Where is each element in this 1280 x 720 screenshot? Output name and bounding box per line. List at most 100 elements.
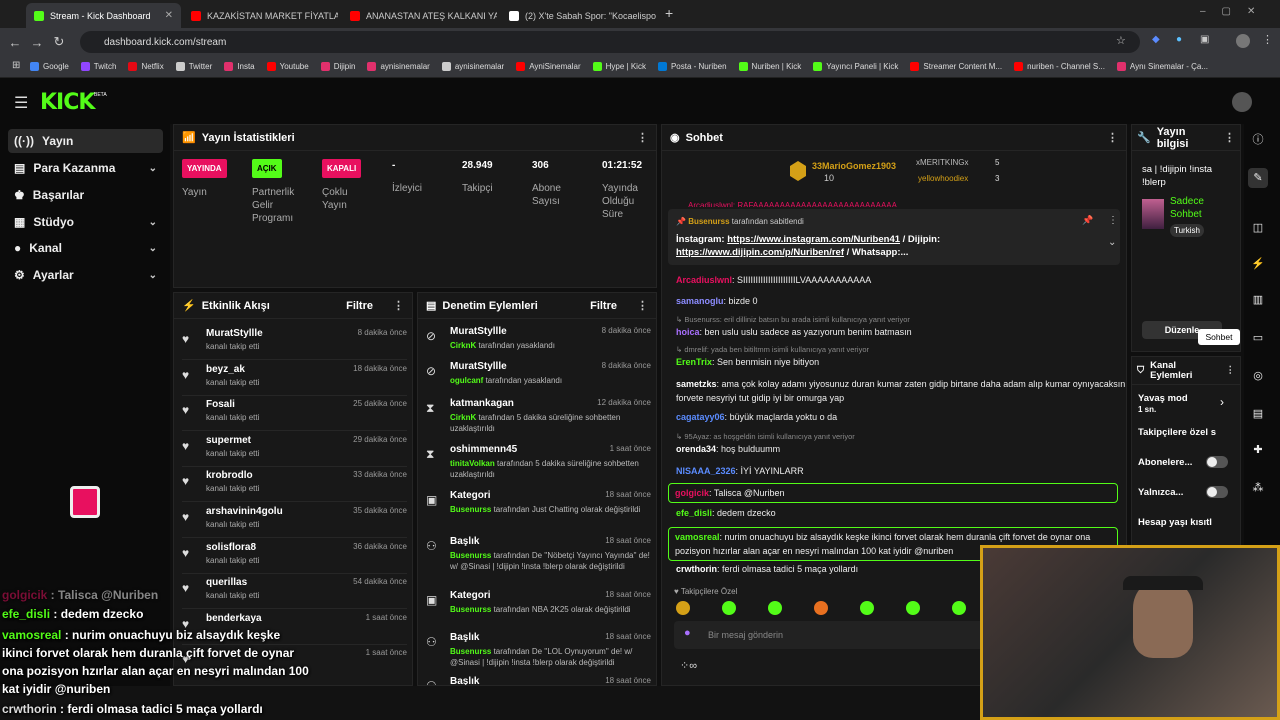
moderator-name[interactable]: Busenurss — [450, 647, 491, 656]
followers-only-toggle-label[interactable]: Takipçilere özel s — [1138, 427, 1216, 438]
bookmark-item[interactable]: nuriben - Channel S... — [1014, 62, 1105, 71]
bookmark-item[interactable]: Dijipin — [320, 62, 355, 71]
emote-icon[interactable] — [768, 601, 782, 615]
chat-username[interactable]: crwthorin — [676, 564, 717, 574]
bookmark-item[interactable]: Netflix — [128, 62, 164, 71]
clipboard-icon[interactable]: ▥ — [1248, 290, 1268, 310]
chat-username[interactable]: hoica — [676, 327, 700, 337]
chat-username[interactable]: samanoglu — [676, 296, 724, 306]
bookmark-item[interactable]: aynisinemalar — [441, 62, 504, 71]
microphone-icon[interactable]: ● — [684, 627, 691, 639]
event-username[interactable]: MuratStyllle — [206, 328, 263, 339]
lightning-icon[interactable]: ⚡ — [1248, 254, 1268, 274]
event-username[interactable]: querillas — [206, 577, 247, 588]
user-avatar[interactable] — [1232, 92, 1252, 112]
emote-icon[interactable] — [906, 601, 920, 615]
slow-mode-label[interactable]: Yavaş mod — [1138, 393, 1188, 404]
forward-icon[interactable]: → — [26, 35, 48, 50]
sidebar-item-kanal[interactable]: ● Kanal ⌄ — [8, 236, 163, 260]
extension-icon[interactable]: ● — [1176, 34, 1182, 45]
chat-icon[interactable]: ▭ — [1248, 328, 1268, 348]
chat-username[interactable]: orenda34 — [676, 444, 716, 454]
users-icon[interactable]: ⁂ — [1248, 478, 1268, 498]
event-username[interactable]: solisflora8 — [206, 542, 256, 553]
event-username[interactable]: krobrodlo — [206, 470, 253, 481]
profile-avatar[interactable] — [1236, 34, 1250, 48]
bookmark-item[interactable]: Nuriben | Kick — [738, 62, 801, 71]
more-options-icon[interactable]: ⋮ — [1107, 131, 1118, 144]
pinned-message[interactable]: 📌 Busenurss tarafından sabitlendi İnstag… — [668, 209, 1120, 265]
moderator-name[interactable]: Busenurss — [450, 551, 491, 560]
sidebar-item-para-kazanma[interactable]: ▤ Para Kazanma ⌄ — [8, 156, 163, 180]
more-options-icon[interactable]: ⋮ — [393, 299, 404, 312]
browser-tab-4[interactable]: (2) X'te Sabah Spor: "Kocaelispo...✕ — [501, 3, 656, 28]
more-options-icon[interactable]: ⋮ — [1224, 131, 1235, 144]
menu-dots-icon[interactable]: ⋮ — [1262, 33, 1273, 46]
moderator-name[interactable]: ogulcanf — [450, 376, 483, 385]
chevron-right-icon[interactable]: › — [1220, 395, 1224, 409]
moderator-name[interactable]: CirknK — [450, 341, 476, 350]
chat-username[interactable]: sametzks — [676, 379, 717, 389]
bookmark-item[interactable]: Twitter — [175, 62, 212, 71]
moderator-name[interactable]: Busenurss — [450, 605, 491, 614]
moderation-filter-button[interactable]: Filtre — [590, 300, 617, 312]
extensions-puzzle-icon[interactable]: ▣ — [1200, 34, 1209, 45]
reload-icon[interactable]: ↻ — [48, 34, 70, 50]
sidebar-item-yayin[interactable]: ((·)) Yayın — [8, 129, 163, 153]
bookmark-item[interactable]: aynisinemalar — [367, 62, 430, 71]
more-options-icon[interactable]: ⋮ — [637, 299, 648, 312]
account-age-label[interactable]: Hesap yaşı kısıtl — [1138, 517, 1212, 528]
moderator-name[interactable]: Busenurss — [450, 505, 491, 514]
chat-input[interactable]: ● Bir mesaj gönderin — [674, 621, 984, 649]
category-link[interactable]: Sadece Sohbet — [1170, 195, 1230, 221]
hamburger-menu-icon[interactable]: ☰ — [14, 93, 28, 113]
bookmark-item[interactable]: Streamer Content M... — [910, 62, 1002, 71]
sidebar-item-basarilar[interactable]: ♚ Başarılar — [8, 183, 163, 207]
pencil-icon[interactable]: ✎ — [1248, 168, 1268, 188]
browser-tab-2[interactable]: KAZAKİSTAN MARKET FİYATLA...✕ — [183, 3, 338, 28]
chat-username[interactable]: NISAAA_2326 — [676, 466, 736, 476]
bookmark-item[interactable]: Aynı Sinemalar - Ça... — [1116, 62, 1208, 71]
chat-username[interactable]: efe_disli — [676, 508, 712, 518]
emote-icon[interactable] — [676, 601, 690, 615]
chat-username[interactable]: vamosreal — [675, 532, 720, 542]
chat-username[interactable]: Arcadiuslwnl — [676, 275, 732, 285]
bookmark-star-icon[interactable]: ☆ — [1116, 34, 1126, 47]
chat-settings-icon[interactable]: ⁘∞ — [680, 659, 697, 672]
bookmark-item[interactable]: Yayıncı Paneli | Kick — [813, 62, 898, 71]
chat-username[interactable]: golgicik — [675, 488, 709, 498]
more-options-icon[interactable]: ⋮ — [1108, 215, 1118, 226]
event-username[interactable]: Fosali — [206, 399, 235, 410]
extension-icon[interactable]: ◆ — [1152, 34, 1160, 45]
chat-username[interactable]: cagatayy06 — [676, 412, 725, 422]
moderator-name[interactable]: tinitaVolkan — [450, 459, 495, 468]
emote-icon[interactable] — [722, 601, 736, 615]
emote-icon[interactable] — [952, 601, 966, 615]
bookmark-item[interactable]: Google — [30, 62, 69, 71]
url-input[interactable]: dashboard.kick.com/stream — [80, 31, 1140, 53]
event-username[interactable]: arshavinin4golu — [206, 506, 283, 517]
back-icon[interactable]: ← — [4, 35, 26, 50]
unpin-icon[interactable]: 📌 — [1082, 215, 1093, 226]
browser-tab-3[interactable]: ANANASTAN ATEŞ KALKANI YA...✕ — [342, 3, 497, 28]
window-controls[interactable]: –▢✕ — [1200, 6, 1271, 17]
close-tab-icon[interactable]: ✕ — [165, 10, 173, 21]
event-username[interactable]: supermet — [206, 435, 251, 446]
chat-username[interactable]: ErenTrix — [676, 357, 712, 367]
apps-grid-icon[interactable]: ⊞ — [12, 60, 20, 71]
pinned-link-dijipin[interactable]: https://www.dijipin.com/p/Nuriben/ref — [676, 247, 844, 258]
sidebar-item-studyo[interactable]: ▦ Stüdyo ⌄ — [8, 210, 163, 234]
emote-icon[interactable] — [814, 601, 828, 615]
layout-icon[interactable]: ▤ — [1248, 404, 1268, 424]
sidebar-item-ayarlar[interactable]: ⚙ Ayarlar ⌄ — [8, 263, 163, 287]
activity-filter-button[interactable]: Filtre — [346, 300, 373, 312]
wrench-icon[interactable]: ✚ — [1248, 440, 1268, 460]
more-options-icon[interactable]: ⋮ — [1226, 365, 1236, 376]
new-tab-icon[interactable]: + — [665, 5, 673, 21]
bookmark-item[interactable]: Insta — [224, 62, 255, 71]
chevron-down-icon[interactable]: ⌄ — [1108, 237, 1116, 248]
pinned-link-instagram[interactable]: https://www.instagram.com/Nuriben41 — [727, 234, 900, 245]
bookmark-item[interactable]: Posta - Nuriben — [657, 62, 727, 71]
kick-logo[interactable]: KICK — [40, 90, 95, 115]
moderator-name[interactable]: CirknK — [450, 413, 476, 422]
